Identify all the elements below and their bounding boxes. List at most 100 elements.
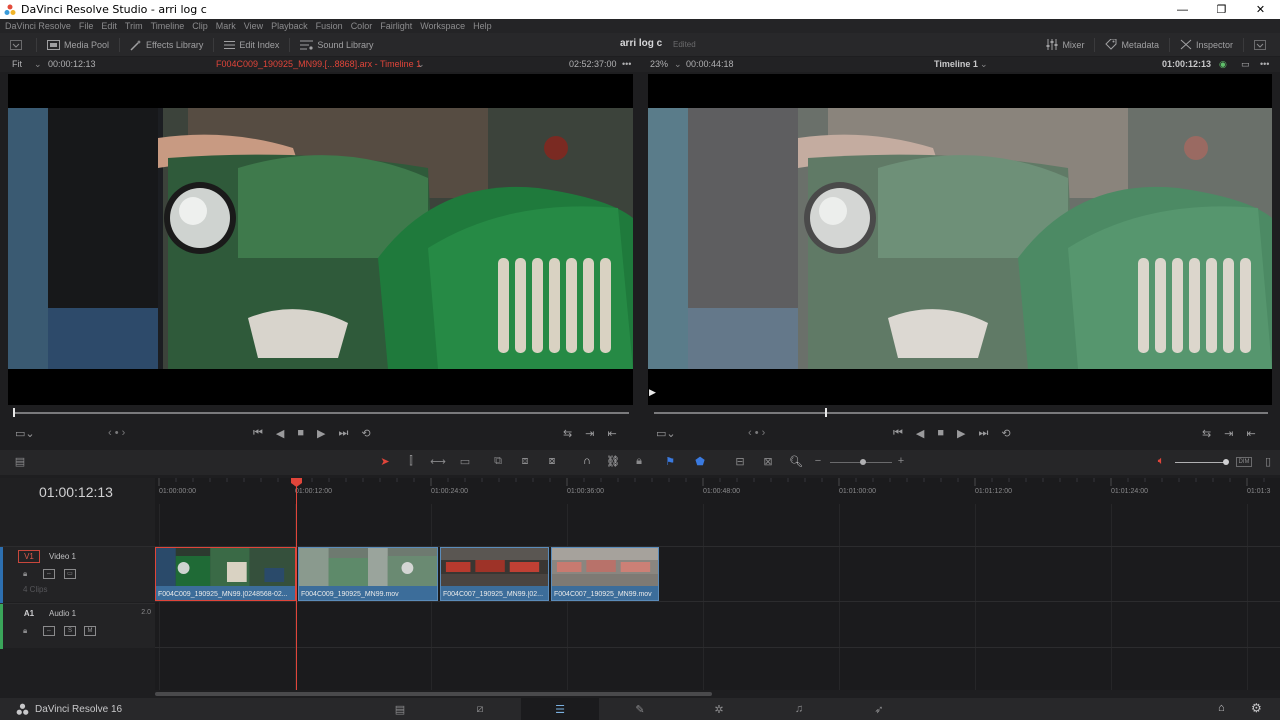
timeline-zoom-dropdown[interactable]: 23% xyxy=(650,59,668,69)
stop-icon[interactable]: ■ xyxy=(297,427,304,439)
menu-timeline[interactable]: Timeline xyxy=(151,21,185,31)
menu-edit[interactable]: Edit xyxy=(101,21,117,31)
menu-view[interactable]: View xyxy=(244,21,263,31)
dim-button[interactable]: DIM xyxy=(1236,457,1252,467)
mark-out-icon[interactable]: ⇤ xyxy=(607,427,616,440)
inspector-button[interactable]: Inspector xyxy=(1170,33,1243,56)
chevron-down-icon[interactable]: ⌄ xyxy=(980,59,988,70)
mute-button[interactable]: M xyxy=(84,626,96,636)
dynamic-trim-icon[interactable]: ⟷ xyxy=(430,455,446,469)
metadata-button[interactable]: Metadata xyxy=(1095,33,1169,56)
mixer-button[interactable]: Mixer xyxy=(1036,33,1094,56)
solo-button[interactable]: S xyxy=(64,626,76,636)
zoom-custom-icon[interactable]: 🔍︎ xyxy=(788,455,804,469)
audio-meter-icon[interactable]: ▯ xyxy=(1260,455,1276,469)
match-frame-icon[interactable]: ⇆ xyxy=(563,427,572,440)
mark-out-icon[interactable]: ⇤ xyxy=(1246,427,1255,440)
jog-control-icon[interactable]: ‹ • › xyxy=(748,427,765,439)
track-name-audio-1[interactable]: Audio 1 xyxy=(49,609,76,618)
linked-selection-icon[interactable]: ⛓ xyxy=(605,455,621,469)
play-icon[interactable]: ▶ xyxy=(317,427,325,440)
zoom-out-icon[interactable]: − xyxy=(810,455,826,469)
color-sync-icon[interactable]: ◉ xyxy=(1219,59,1227,70)
timeline-scrub-bar[interactable] xyxy=(654,412,1268,414)
menu-davinci-resolve[interactable]: DaVinci Resolve xyxy=(5,21,71,31)
panel-collapse-button[interactable] xyxy=(1244,33,1280,56)
page-tab-cut[interactable]: ⧄ xyxy=(441,698,519,720)
settings-gear-icon[interactable]: ⚙ xyxy=(1251,701,1262,715)
source-scrub-playhead[interactable] xyxy=(13,408,15,417)
menu-workspace[interactable]: Workspace xyxy=(420,21,465,31)
track-id-v1[interactable]: V1 xyxy=(18,550,40,563)
loop-icon[interactable]: ⟲ xyxy=(1001,427,1010,440)
timeline-playhead[interactable] xyxy=(296,478,297,690)
track-visibility-icon[interactable]: ▭ xyxy=(64,569,76,579)
timeline-scrub-playhead[interactable] xyxy=(825,408,827,417)
menu-fairlight[interactable]: Fairlight xyxy=(380,21,412,31)
page-tab-color[interactable]: ✲ xyxy=(680,698,758,720)
page-tab-fairlight[interactable]: ♫ xyxy=(760,698,838,720)
menu-help[interactable]: Help xyxy=(473,21,492,31)
more-options-icon[interactable]: ••• xyxy=(622,59,631,69)
mark-in-icon[interactable]: ⇥ xyxy=(585,427,594,440)
track-id-a1[interactable]: A1 xyxy=(18,607,40,620)
close-button[interactable]: ✕ xyxy=(1241,0,1280,19)
play-reverse-icon[interactable]: ◀ xyxy=(276,427,284,440)
effects-library-button[interactable]: Effects Library xyxy=(120,33,213,56)
track-lock-icon[interactable]: 🔒︎ xyxy=(23,626,27,636)
timeline-ruler[interactable]: 01:00:00:00 01:00:12:00 01:00:24:00 01:0… xyxy=(155,478,1280,504)
timeline-clip[interactable]: F004C007_190925_MN99.[02... xyxy=(440,547,549,601)
timeline-viewer[interactable]: ▶ xyxy=(648,74,1272,405)
source-zoom-dropdown[interactable]: Fit xyxy=(12,59,22,69)
mute-speaker-icon[interactable]: 🔈︎ xyxy=(1153,455,1169,469)
replace-clip-icon[interactable]: ⧇ xyxy=(544,455,560,469)
audio-track-header[interactable]: A1 Audio 1 2.0 🔒︎ ⇔ S M xyxy=(0,603,155,649)
menu-playback[interactable]: Playback xyxy=(271,21,308,31)
timeline-name-dropdown[interactable]: Timeline 1 xyxy=(934,59,978,69)
zoom-in-icon[interactable]: + xyxy=(893,455,909,469)
auto-select-icon[interactable]: ⇔ xyxy=(43,626,55,636)
page-tab-fusion[interactable]: ✎ xyxy=(601,698,679,720)
source-viewer[interactable] xyxy=(8,74,633,405)
mark-in-icon[interactable]: ⇥ xyxy=(1224,427,1233,440)
video-track-header[interactable]: V1 Video 1 🔒︎ ⇔ ▭ 4 Clips xyxy=(0,546,155,603)
stop-icon[interactable]: ■ xyxy=(937,427,944,439)
volume-slider[interactable] xyxy=(1175,462,1227,463)
blade-tool-icon[interactable]: ▭ xyxy=(457,455,473,469)
source-scrub-bar[interactable] xyxy=(13,412,629,414)
go-to-start-icon[interactable]: ⏮ xyxy=(253,427,263,440)
flag-icon[interactable]: ⚑ xyxy=(662,455,678,469)
sound-library-button[interactable]: Sound Library xyxy=(290,33,383,56)
timeline-clip[interactable]: F004C009_190925_MN99.[0248568-02... xyxy=(155,547,296,601)
menu-file[interactable]: File xyxy=(79,21,94,31)
zoom-slider-handle[interactable] xyxy=(860,459,866,465)
trim-tool-icon[interactable]: ⫿ xyxy=(403,455,419,469)
menu-color[interactable]: Color xyxy=(351,21,373,31)
track-name-video-1[interactable]: Video 1 xyxy=(49,552,76,561)
viewer-options-icon[interactable]: ▭⌄ xyxy=(15,427,35,440)
timeline-horizontal-scrollbar[interactable] xyxy=(155,692,712,696)
overwrite-clip-icon[interactable]: ⧈ xyxy=(517,455,533,469)
go-to-end-icon[interactable]: ⏭ xyxy=(979,427,989,440)
timeline-clip[interactable]: F004C009_190925_MN99.mov xyxy=(298,547,438,601)
media-pool-button[interactable]: Media Pool xyxy=(37,33,119,56)
maximize-button[interactable]: ❐ xyxy=(1202,0,1241,19)
menu-fusion[interactable]: Fusion xyxy=(316,21,343,31)
panel-toggle-button[interactable] xyxy=(0,33,36,56)
snapping-icon[interactable]: ∩ xyxy=(579,455,595,469)
loop-icon[interactable]: ⟲ xyxy=(361,427,370,440)
viewer-options-icon[interactable]: ▭⌄ xyxy=(656,427,676,440)
volume-slider-handle[interactable] xyxy=(1223,459,1229,465)
auto-select-icon[interactable]: ⇔ xyxy=(43,569,55,579)
go-to-end-icon[interactable]: ⏭ xyxy=(339,427,349,440)
play-reverse-icon[interactable]: ◀ xyxy=(916,427,924,440)
jog-control-icon[interactable]: ‹ • › xyxy=(108,427,125,439)
match-frame-icon[interactable]: ⇆ xyxy=(1202,427,1211,440)
menu-clip[interactable]: Clip xyxy=(192,21,208,31)
chevron-down-icon[interactable]: ⌄ xyxy=(34,59,42,70)
menu-trim[interactable]: Trim xyxy=(125,21,143,31)
marker-icon[interactable]: ⬟ xyxy=(692,455,708,469)
timeline-clip[interactable]: F004C007_190925_MN99.mov xyxy=(551,547,659,601)
selection-tool-icon[interactable]: ➤ xyxy=(377,455,393,469)
edit-index-button[interactable]: Edit Index xyxy=(214,33,289,56)
